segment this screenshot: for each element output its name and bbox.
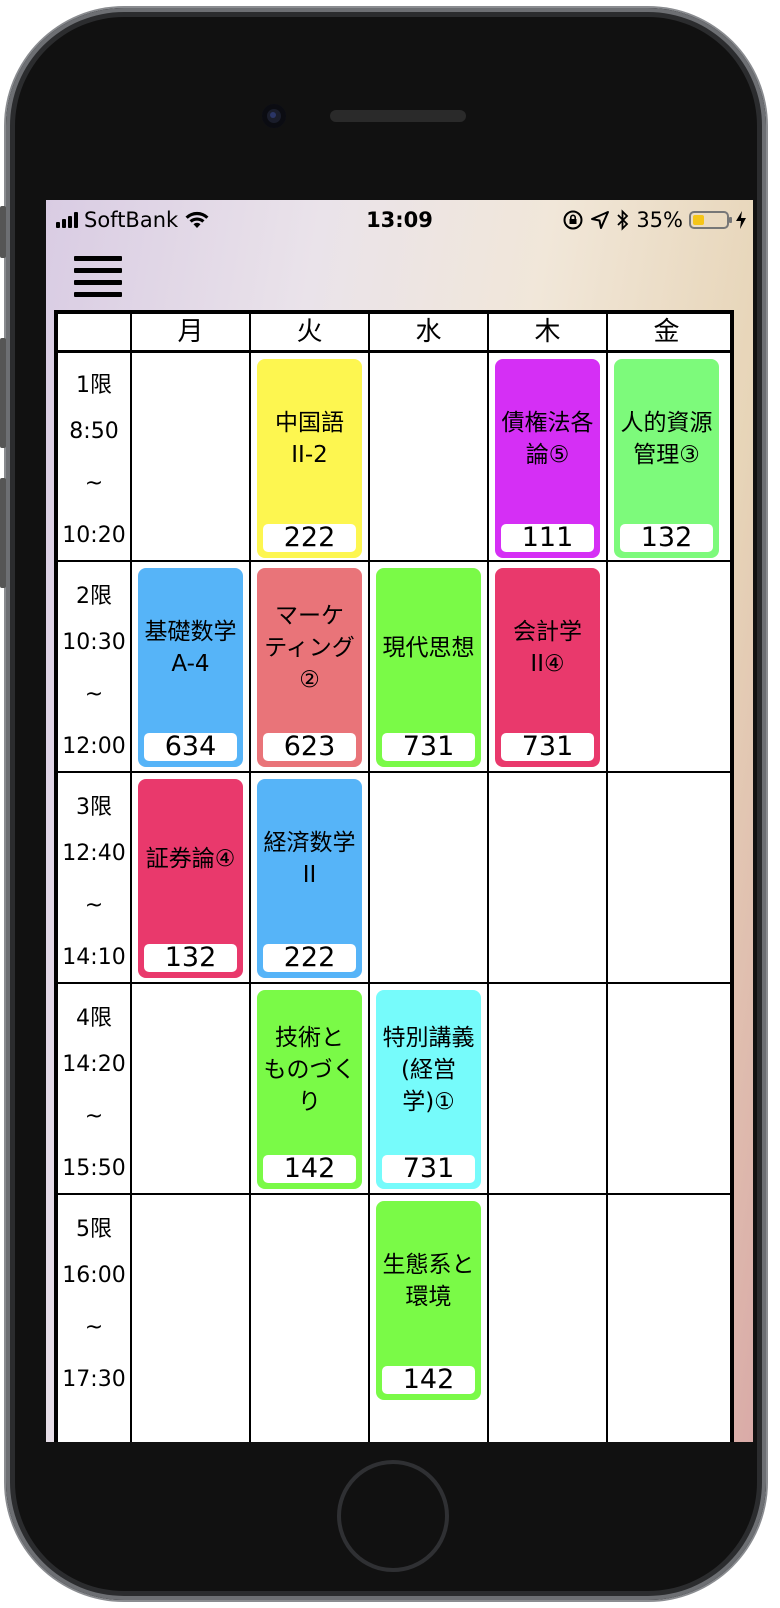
period-start: 14:20 — [62, 1052, 126, 1077]
grid-line — [606, 314, 608, 1442]
charging-icon — [736, 211, 746, 229]
course-card[interactable]: 技術と ものづく り 142 — [257, 990, 362, 1189]
course-card[interactable]: 人的資源 管理③ 132 — [614, 359, 719, 558]
course-room: 731 — [501, 733, 594, 761]
phone-frame: SoftBank 13:09 35% 月 火 水 木 金 1限 8:50 ~ 1… — [0, 8, 766, 1600]
grid-line — [487, 314, 489, 1442]
period-sep: ~ — [84, 1104, 104, 1129]
grid-line — [58, 350, 730, 353]
period-end: 14:10 — [62, 945, 126, 970]
course-name: 会計学 II④ — [513, 618, 582, 677]
course-name: 中国語 II-2 — [275, 409, 344, 468]
course-name: 生態系と 環境 — [382, 1251, 475, 1310]
period-2: 2限 10:30 ~ 12:00 — [58, 562, 130, 771]
period-sep: ~ — [84, 471, 104, 496]
front-camera — [262, 104, 286, 128]
period-start: 8:50 — [69, 419, 119, 444]
period-end: 15:50 — [62, 1156, 126, 1181]
status-bar: SoftBank 13:09 35% — [46, 200, 753, 244]
home-button[interactable] — [337, 1460, 449, 1572]
period-start: 16:00 — [62, 1263, 126, 1288]
period-start: 10:30 — [62, 630, 126, 655]
course-room: 222 — [263, 944, 356, 972]
hamburger-menu-icon[interactable] — [74, 256, 122, 297]
volume-down-button — [0, 478, 6, 588]
course-room: 142 — [263, 1155, 356, 1183]
course-card[interactable]: 生態系と 環境 142 — [376, 1201, 481, 1400]
earpiece-speaker — [330, 110, 466, 122]
grid-line — [130, 314, 132, 1442]
location-icon — [591, 211, 610, 229]
grid-line — [58, 982, 730, 984]
period-sep: ~ — [84, 1315, 104, 1340]
course-card[interactable]: 中国語 II-2 222 — [257, 359, 362, 558]
period-label: 4限 — [76, 1006, 112, 1031]
header-day-mon: 月 — [177, 317, 204, 347]
bluetooth-icon — [617, 209, 629, 231]
course-room: 634 — [144, 733, 237, 761]
course-room: 111 — [501, 524, 594, 552]
course-card[interactable]: 現代思想 731 — [376, 568, 481, 767]
header-day-wed: 水 — [415, 317, 442, 347]
course-room: 142 — [382, 1366, 475, 1394]
course-room: 132 — [620, 524, 713, 552]
course-card[interactable]: 証券論④ 132 — [138, 779, 243, 978]
course-room: 222 — [263, 524, 356, 552]
period-end: 17:30 — [62, 1367, 126, 1392]
period-5: 5限 16:00 ~ 17:30 — [58, 1195, 130, 1404]
course-name: 特別講義 (経営 学)① — [382, 1024, 475, 1115]
course-card[interactable]: 債権法各 論⑤ 111 — [495, 359, 600, 558]
header-day-thu: 木 — [534, 317, 561, 347]
course-card[interactable]: 基礎数学 A-4 634 — [138, 568, 243, 767]
volume-up-button — [0, 338, 6, 448]
period-start: 12:40 — [62, 841, 126, 866]
period-label: 5限 — [76, 1217, 112, 1242]
course-name: 経済数学 II — [263, 829, 356, 888]
mute-switch — [0, 206, 6, 258]
grid-line — [58, 1193, 730, 1195]
course-name: 証券論④ — [145, 845, 236, 872]
grid-line — [368, 314, 370, 1442]
course-card[interactable]: 経済数学 II 222 — [257, 779, 362, 978]
period-label: 3限 — [76, 795, 112, 820]
period-label: 2限 — [76, 584, 112, 609]
battery-icon — [689, 211, 732, 229]
course-room: 132 — [144, 944, 237, 972]
period-end: 10:20 — [62, 523, 126, 548]
course-card[interactable]: 会計学 II④ 731 — [495, 568, 600, 767]
course-card[interactable]: 特別講義 (経営 学)① 731 — [376, 990, 481, 1189]
course-name: 技術と ものづく り — [263, 1024, 356, 1115]
rotation-lock-icon — [563, 210, 583, 230]
grid-line — [58, 771, 730, 773]
period-sep: ~ — [84, 682, 104, 707]
course-name: 人的資源 管理③ — [620, 409, 713, 468]
period-1: 1限 8:50 ~ 10:20 — [58, 353, 130, 560]
course-room: 731 — [382, 1155, 475, 1183]
course-name: 現代思想 — [382, 634, 475, 661]
grid-line — [58, 560, 730, 562]
period-4: 4限 14:20 ~ 15:50 — [58, 984, 130, 1193]
timetable-grid: 月 火 水 木 金 1限 8:50 ~ 10:20 2限 10:30 ~ 12:… — [54, 310, 734, 1442]
course-room: 731 — [382, 733, 475, 761]
course-name: 債権法各 論⑤ — [501, 409, 594, 468]
course-name: 基礎数学 A-4 — [144, 618, 237, 677]
course-name: マーケ ティング ② — [264, 602, 355, 693]
period-end: 12:00 — [62, 734, 126, 759]
period-label: 1限 — [76, 373, 112, 398]
header-day-fri: 金 — [653, 317, 680, 347]
battery-percent: 35% — [636, 208, 683, 232]
period-sep: ~ — [84, 893, 104, 918]
app-screen: SoftBank 13:09 35% 月 火 水 木 金 1限 8:50 ~ 1… — [46, 200, 753, 1442]
period-3: 3限 12:40 ~ 14:10 — [58, 773, 130, 982]
course-room: 623 — [263, 733, 356, 761]
header-day-tue: 火 — [296, 317, 323, 347]
grid-line — [249, 314, 251, 1442]
course-card[interactable]: マーケ ティング ② 623 — [257, 568, 362, 767]
